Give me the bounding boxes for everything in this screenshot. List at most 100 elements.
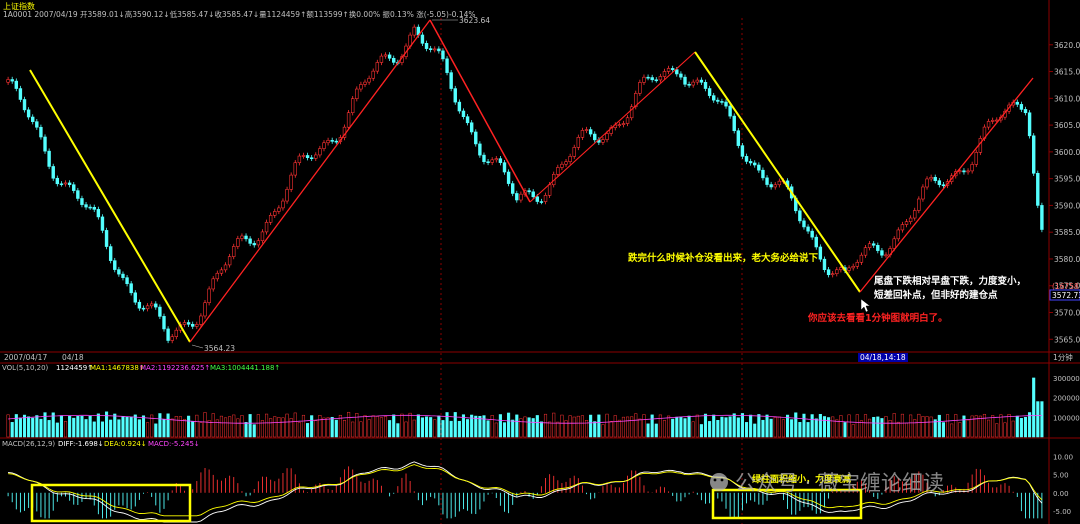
candle-body <box>268 214 273 223</box>
candle-body <box>465 116 470 124</box>
candle-body <box>728 105 732 117</box>
candle-body <box>273 211 277 216</box>
volume-bar <box>314 420 318 438</box>
candle-body <box>605 133 609 140</box>
volume-bar <box>609 421 613 438</box>
candle-body <box>215 272 220 280</box>
volume-bar <box>810 414 814 438</box>
candle-body <box>125 277 129 284</box>
candle-body <box>876 244 880 251</box>
candle-body <box>182 322 187 325</box>
candle-body <box>740 145 745 157</box>
candle-body <box>806 226 810 232</box>
candle-body <box>191 323 195 327</box>
candle-body <box>256 240 261 246</box>
volume-bar <box>527 417 531 438</box>
volume-bar <box>962 415 966 438</box>
candle-body <box>96 209 101 218</box>
price-tick-label: 3605.00 <box>1054 121 1080 130</box>
candle-body <box>691 81 695 86</box>
candle-body <box>277 207 281 212</box>
volume-bar <box>383 416 388 438</box>
candle-body <box>351 98 355 114</box>
volume-bar <box>429 417 433 438</box>
candle-body <box>420 34 425 44</box>
candle-body <box>14 80 19 89</box>
candle-body <box>203 302 207 317</box>
candle-body <box>847 267 851 271</box>
volume-bar <box>281 417 285 438</box>
candle-body <box>281 200 285 209</box>
candle-body <box>289 174 293 190</box>
volume-bar <box>232 414 236 438</box>
volume-bar <box>187 415 191 438</box>
candle-body <box>736 130 741 146</box>
candle-body <box>211 278 215 290</box>
candle-body <box>92 207 96 210</box>
candle-body <box>966 170 970 173</box>
candle-body <box>724 101 728 107</box>
volume-bar <box>572 416 576 438</box>
candle-body <box>814 236 818 248</box>
candle-body <box>39 126 43 138</box>
volume-bar <box>884 416 888 438</box>
candle-body <box>260 231 265 242</box>
note-white-2: 短差回补点，但非好的建仓点 <box>874 289 998 301</box>
volume-bar <box>68 415 72 438</box>
volume-bar <box>892 413 896 438</box>
candle-body <box>703 81 708 89</box>
candle-body <box>962 170 966 173</box>
candle-body <box>662 71 667 77</box>
candle-body <box>334 140 338 143</box>
candle-body <box>593 133 597 141</box>
volume-bar <box>683 418 687 438</box>
volume-bar <box>244 422 248 438</box>
candle-body <box>531 191 535 198</box>
volume-bar <box>991 415 995 438</box>
volume-bar <box>47 420 51 438</box>
candle-body <box>326 140 330 144</box>
candle-body <box>1023 109 1028 114</box>
volume-bar <box>621 416 626 438</box>
volume-bar <box>835 419 839 438</box>
candle-body <box>679 73 683 78</box>
candle-body <box>699 79 704 83</box>
candle-body <box>72 184 76 191</box>
volume-bar <box>1032 377 1036 438</box>
volume-bar <box>408 412 412 438</box>
volume-bar <box>851 424 855 438</box>
candle-body <box>798 210 802 222</box>
candle-body <box>117 269 121 275</box>
volume-bar <box>416 414 420 438</box>
candle-body <box>547 184 552 196</box>
candle-body <box>392 57 396 63</box>
volume-bar <box>605 413 609 438</box>
volume-bar <box>1023 417 1028 438</box>
low-label-leader <box>191 344 204 349</box>
volume-bar <box>88 415 92 438</box>
candle-body <box>535 196 540 202</box>
volume-bar <box>818 413 822 438</box>
volume-bar <box>474 415 478 438</box>
candle-body <box>859 254 864 263</box>
candle-body <box>494 158 498 161</box>
volume-bar <box>84 419 88 438</box>
volume-bar <box>720 416 724 438</box>
volume-bar <box>1007 413 1011 438</box>
candle-body <box>309 157 314 160</box>
volume-bar <box>223 417 228 438</box>
candle-body <box>732 115 736 132</box>
volume-bar <box>798 422 802 438</box>
candle-body <box>835 269 839 275</box>
volume-bar <box>872 416 876 438</box>
volume-bar <box>170 418 174 438</box>
price-tick-label: 3610.00 <box>1054 94 1080 103</box>
volume-bar <box>617 419 621 438</box>
volume-bar <box>786 414 790 438</box>
candle-body <box>133 292 137 303</box>
volume-bar <box>203 412 207 438</box>
volume-bar <box>400 413 404 438</box>
candle-body <box>18 88 23 100</box>
watermark-text: 公众号 · 薇宝缠论细读 <box>735 471 944 495</box>
volume-bar <box>909 414 913 438</box>
